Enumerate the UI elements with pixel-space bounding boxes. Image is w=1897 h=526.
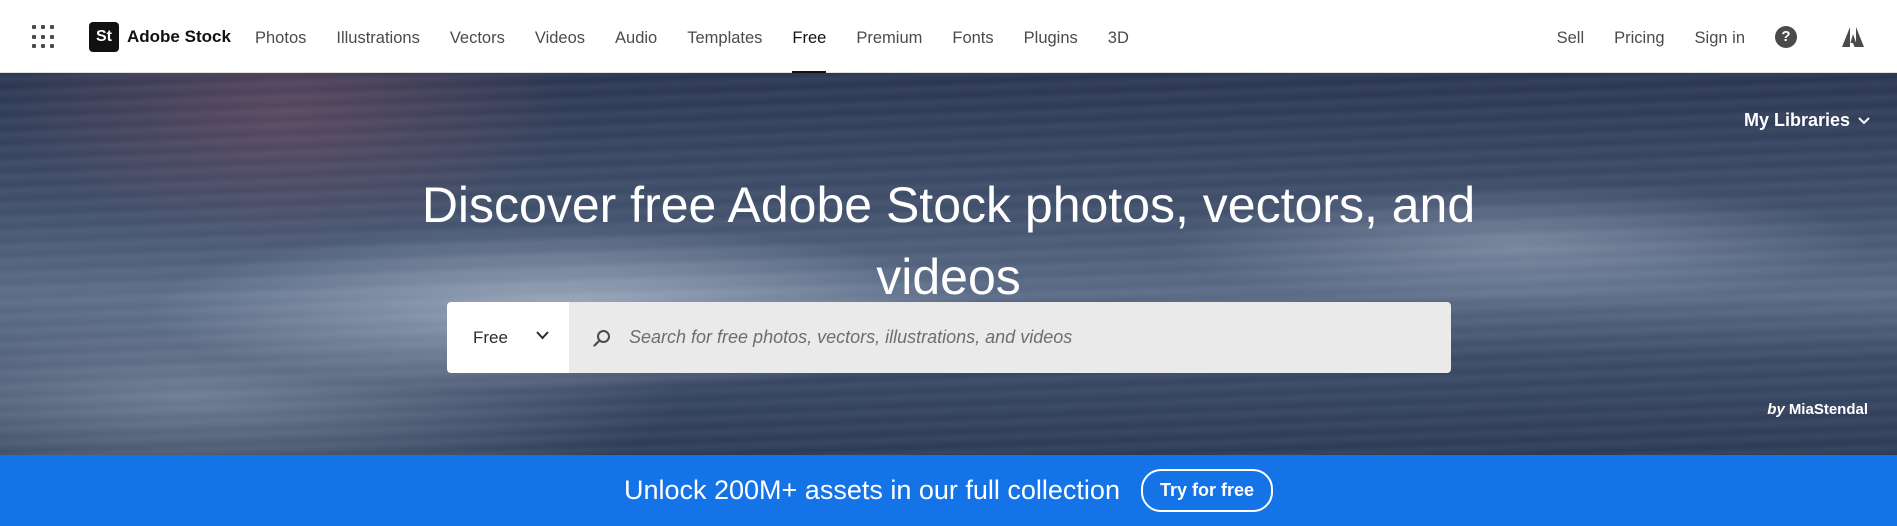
nav-link-audio[interactable]: Audio (615, 0, 657, 73)
search-field (569, 302, 1451, 373)
logo-mark: St (89, 22, 119, 52)
nav-link-premium[interactable]: Premium (856, 0, 922, 73)
promo-banner: Unlock 200M+ assets in our full collecti… (0, 455, 1897, 526)
hero-title: Discover free Adobe Stock photos, vector… (0, 169, 1897, 313)
app-switcher-icon[interactable] (32, 25, 56, 49)
nav-link-free[interactable]: Free (792, 0, 826, 73)
search-scope-label: Free (473, 327, 508, 347)
sign-in-link[interactable]: Sign in (1695, 0, 1745, 73)
logo-text: Adobe Stock (127, 27, 231, 46)
top-navigation: St Adobe Stock Photos Illustrations Vect… (0, 0, 1897, 73)
search-scope-select[interactable]: Free (447, 302, 569, 373)
sell-link[interactable]: Sell (1557, 0, 1585, 73)
nav-link-plugins[interactable]: Plugins (1024, 0, 1078, 73)
nav-right: Sell Pricing Sign in ? (1557, 0, 1897, 73)
promo-text: Unlock 200M+ assets in our full collecti… (623, 475, 1120, 505)
main-nav: Photos Illustrations Vectors Videos Audi… (255, 0, 1159, 73)
photo-credit-author[interactable]: MiaStendal (1789, 401, 1868, 418)
nav-link-vectors[interactable]: Vectors (450, 0, 505, 73)
my-libraries-button[interactable]: My Libraries (1744, 110, 1870, 131)
hero-banner: My Libraries Discover free Adobe Stock p… (0, 73, 1897, 455)
nav-link-videos[interactable]: Videos (535, 0, 585, 73)
nav-link-illustrations[interactable]: Illustrations (336, 0, 419, 73)
photo-credit-by: by (1767, 401, 1785, 418)
hero-title-line1: Discover free Adobe Stock photos, vector… (421, 176, 1476, 233)
help-icon[interactable]: ? (1775, 25, 1797, 48)
photo-credit: by MiaStendal (1767, 401, 1868, 418)
nav-link-fonts[interactable]: Fonts (952, 0, 993, 73)
my-libraries-label: My Libraries (1743, 110, 1850, 130)
chevron-down-icon (536, 331, 549, 340)
search-icon (593, 329, 610, 347)
adobe-stock-logo[interactable]: St Adobe Stock (89, 22, 231, 52)
search-input[interactable] (627, 326, 1451, 349)
try-for-free-button[interactable]: Try for free (1140, 469, 1274, 512)
chevron-down-icon (1858, 116, 1870, 124)
nav-link-3d[interactable]: 3D (1108, 0, 1129, 73)
search-bar: Free (447, 302, 1451, 373)
adobe-logo-icon[interactable] (1842, 26, 1864, 47)
nav-link-photos[interactable]: Photos (255, 0, 306, 73)
pricing-link[interactable]: Pricing (1614, 0, 1664, 73)
nav-link-templates[interactable]: Templates (687, 0, 762, 73)
